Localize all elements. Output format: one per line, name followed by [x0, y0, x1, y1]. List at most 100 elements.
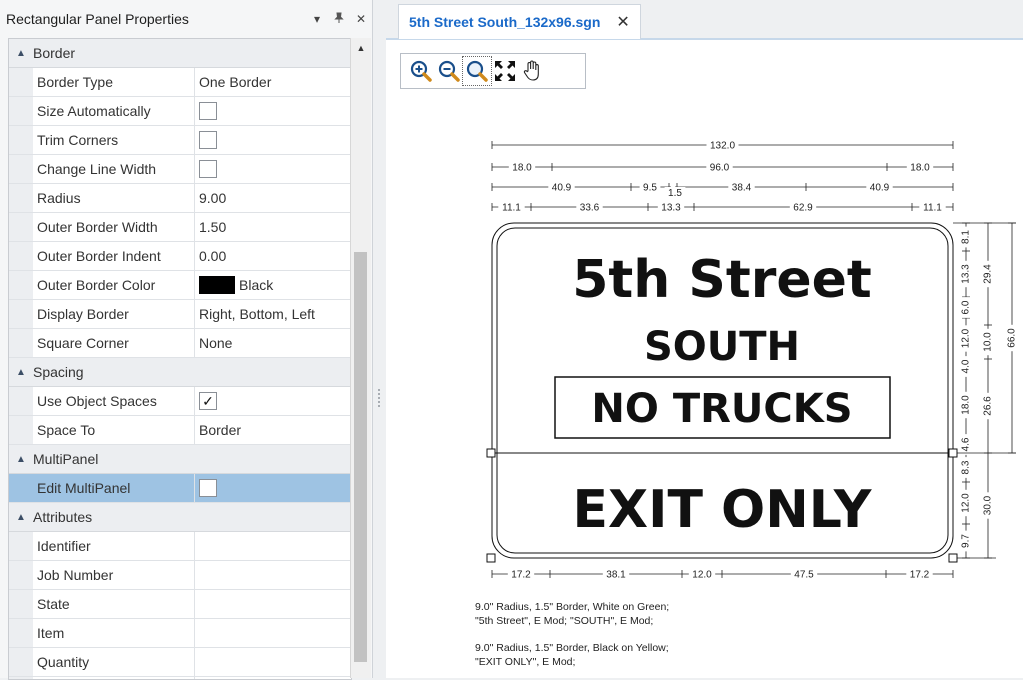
property-row-border-type[interactable]: Border Type One Border [9, 68, 351, 97]
property-checkbox[interactable]: ✓ [199, 392, 217, 410]
panel-splitter[interactable] [373, 0, 386, 678]
property-row-outer-border-indent[interactable]: Outer Border Indent 0.00 [9, 242, 351, 271]
dimension-label: 1.5 [668, 188, 682, 199]
property-row-edit-multipanel[interactable]: Edit MultiPanel [9, 474, 351, 503]
property-name: Quantity [33, 648, 195, 676]
property-value-cell[interactable]: Black [195, 271, 351, 299]
sign-line-no-trucks[interactable]: NO TRUCKS [591, 386, 852, 432]
property-value-cell[interactable]: Right, Bottom, Left [195, 300, 351, 328]
property-name: Outer Border Width [33, 213, 195, 241]
splitter-grip[interactable] [378, 389, 382, 407]
property-value-cell[interactable]: ✓ [195, 387, 351, 415]
property-row-trim-corners[interactable]: Trim Corners [9, 126, 351, 155]
property-value[interactable]: 9.00 [199, 190, 226, 206]
sign-line-5th-street[interactable]: 5th Street [572, 250, 872, 310]
category-spacing[interactable]: ▲ Spacing [9, 358, 351, 387]
property-value[interactable]: Right, Bottom, Left [199, 306, 315, 322]
row-gutter [9, 97, 33, 125]
property-value-cell[interactable]: Border [195, 416, 351, 444]
dimension-label: 62.9 [793, 203, 813, 214]
property-value-cell[interactable] [195, 648, 351, 676]
dimension-label: 11.1 [923, 203, 942, 214]
selection-handle[interactable] [948, 553, 958, 563]
property-grid: ▲ Border Border Type One Border Size Automat… [8, 38, 352, 680]
property-checkbox[interactable] [199, 479, 217, 497]
property-checkbox[interactable] [199, 102, 217, 120]
property-row-state[interactable]: State [9, 590, 351, 619]
property-value[interactable]: Black [239, 277, 273, 293]
property-row-display-border[interactable]: Display Border Right, Bottom, Left [9, 300, 351, 329]
category-label: MultiPanel [33, 451, 99, 467]
sign-notes-panel-1: 9.0" Radius, 1.5" Border, White on Green… [475, 600, 669, 628]
property-value-cell[interactable] [195, 97, 351, 125]
property-value-cell[interactable] [195, 619, 351, 647]
property-value[interactable]: Border [199, 422, 241, 438]
property-row-quantity[interactable]: Quantity [9, 648, 351, 677]
collapse-chevron-icon[interactable]: ▲ [9, 512, 33, 523]
property-row-space-to[interactable]: Space To Border [9, 416, 351, 445]
property-name: Outer Border Indent [33, 242, 195, 270]
property-value[interactable]: 0.00 [199, 248, 226, 264]
property-row-outer-border-color[interactable]: Outer Border Color Black [9, 271, 351, 300]
row-gutter [9, 532, 33, 560]
category-multipanel[interactable]: ▲ MultiPanel [9, 445, 351, 474]
pin-icon[interactable] [328, 12, 350, 27]
sign-canvas[interactable]: 132.0 18.0 96.0 18.0 40.9 9.5 38.4 40.9 1.5 11.1 3… [386, 0, 1023, 678]
property-value-cell[interactable] [195, 561, 351, 589]
property-value-cell[interactable] [195, 155, 351, 183]
panel-title: Rectangular Panel Properties [6, 11, 189, 27]
dimension-label: 8.1 [961, 230, 972, 244]
dimension-label: 33.6 [580, 203, 600, 214]
property-value[interactable]: 1.50 [199, 219, 226, 235]
category-border[interactable]: ▲ Border [9, 39, 351, 68]
scroll-up-icon[interactable]: ▲ [351, 38, 371, 58]
property-row-identifier[interactable]: Identifier [9, 532, 351, 561]
sign-line-south[interactable]: SOUTH [644, 324, 800, 370]
property-checkbox[interactable] [199, 160, 217, 178]
property-value-cell[interactable] [195, 474, 351, 502]
property-value-cell[interactable]: 0.00 [195, 242, 351, 270]
property-row-item[interactable]: Item [9, 619, 351, 648]
property-row-square-corner[interactable]: Square Corner None [9, 329, 351, 358]
property-value-cell[interactable]: 1.50 [195, 213, 351, 241]
dimension-label: 66.0 [1007, 328, 1018, 348]
property-value-cell[interactable] [195, 532, 351, 560]
property-value[interactable]: One Border [199, 74, 271, 90]
property-checkbox[interactable] [199, 131, 217, 149]
row-gutter [9, 474, 33, 502]
panel-close-icon[interactable]: ✕ [350, 12, 372, 26]
property-value-cell[interactable]: 9.00 [195, 184, 351, 212]
property-value[interactable]: None [199, 335, 232, 351]
property-value-cell[interactable]: One Border [195, 68, 351, 96]
property-row-outer-border-width[interactable]: Outer Border Width 1.50 [9, 213, 351, 242]
dimension-label: 12.0 [961, 493, 972, 513]
dimension-label: 9.5 [643, 183, 657, 194]
property-grid-scrollbar[interactable]: ▲ [350, 38, 371, 678]
collapse-chevron-icon[interactable]: ▲ [9, 48, 33, 59]
property-row-size-automatically[interactable]: Size Automatically [9, 97, 351, 126]
property-value-cell[interactable] [195, 126, 351, 154]
dimension-label: 17.2 [511, 570, 531, 581]
row-gutter [9, 68, 33, 96]
dimension-label: 38.4 [732, 183, 752, 194]
selection-handle[interactable] [948, 448, 958, 458]
selection-handle[interactable] [486, 448, 496, 458]
collapse-chevron-icon[interactable]: ▲ [9, 367, 33, 378]
property-row-use-object-spaces[interactable]: Use Object Spaces ✓ [9, 387, 351, 416]
scrollbar-thumb[interactable] [354, 252, 367, 662]
sign-line-exit-only[interactable]: EXIT ONLY [573, 480, 873, 540]
selection-handle[interactable] [486, 553, 496, 563]
dropdown-icon[interactable]: ▾ [306, 12, 328, 26]
dimension-label: 12.0 [692, 570, 712, 581]
property-row-job-number[interactable]: Job Number [9, 561, 351, 590]
dimension-label: 29.4 [983, 264, 994, 284]
color-swatch[interactable] [199, 276, 235, 294]
property-row-radius[interactable]: Radius 9.00 [9, 184, 351, 213]
row-gutter [9, 242, 33, 270]
property-value-cell[interactable]: None [195, 329, 351, 357]
collapse-chevron-icon[interactable]: ▲ [9, 454, 33, 465]
property-value-cell[interactable] [195, 590, 351, 618]
dimension-label: 30.0 [983, 495, 994, 515]
category-attributes[interactable]: ▲ Attributes [9, 503, 351, 532]
property-row-change-line-width[interactable]: Change Line Width [9, 155, 351, 184]
